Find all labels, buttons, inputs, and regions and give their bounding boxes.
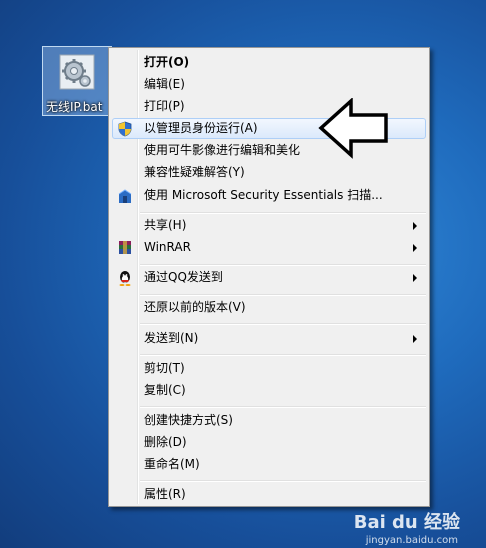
menu-item-label: 删除(D) [144, 435, 187, 449]
menu-item-label: 编辑(E) [144, 77, 185, 91]
mse-icon [118, 189, 132, 203]
menu-item-label: 创建快捷方式(S) [144, 413, 233, 427]
baidu-watermark-url: jingyan.baidu.com [365, 535, 458, 546]
baidu-watermark: Bai du 经验 [353, 512, 460, 533]
batch-file-gear-icon [59, 54, 95, 90]
uac-shield-icon [118, 121, 132, 137]
menu-item-label: 还原以前的版本(V) [144, 300, 246, 314]
menu-item-label: 兼容性疑难解答(Y) [144, 165, 245, 179]
menu-separator [140, 354, 426, 356]
menu-separator [140, 480, 426, 482]
menu-item-edit[interactable]: 编辑(E) [112, 74, 426, 95]
menu-item-label: 打印(P) [144, 99, 185, 113]
menu-separator [140, 406, 426, 408]
winrar-icon [119, 241, 131, 254]
qq-penguin-icon [119, 271, 131, 286]
menu-item-delete[interactable]: 删除(D) [112, 432, 426, 453]
menu-separator [140, 323, 426, 325]
menu-separator [140, 294, 426, 296]
submenu-arrow-icon [413, 274, 417, 282]
menu-item-mse-scan[interactable]: 使用 Microsoft Security Essentials 扫描... [112, 185, 426, 206]
menu-item-restore-previous[interactable]: 还原以前的版本(V) [112, 297, 426, 318]
menu-separator [140, 212, 426, 214]
menu-item-label: WinRAR [144, 240, 191, 254]
menu-item-label: 发送到(N) [144, 331, 199, 345]
menu-item-label: 复制(C) [144, 383, 186, 397]
submenu-arrow-icon [413, 335, 417, 343]
desktop-file-icon[interactable]: 无线IP.bat [42, 46, 112, 116]
menu-item-label: 通过QQ发送到 [144, 270, 223, 284]
menu-item-compatibility[interactable]: 兼容性疑难解答(Y) [112, 162, 426, 183]
menu-item-cut[interactable]: 剪切(T) [112, 358, 426, 379]
menu-item-label: 以管理员身份运行(A) [144, 121, 258, 135]
annotation-arrow-icon [318, 98, 388, 159]
menu-item-label: 使用 Microsoft Security Essentials 扫描... [144, 188, 383, 202]
submenu-arrow-icon [413, 244, 417, 252]
menu-item-label: 剪切(T) [144, 361, 185, 375]
menu-separator [140, 264, 426, 266]
menu-item-send-via-qq[interactable]: 通过QQ发送到 [112, 267, 426, 288]
menu-item-copy[interactable]: 复制(C) [112, 380, 426, 401]
menu-item-winrar[interactable]: WinRAR [112, 237, 426, 258]
menu-item-label: 重命名(M) [144, 457, 200, 471]
menu-item-open[interactable]: 打开(O) [112, 52, 426, 73]
menu-item-send-to[interactable]: 发送到(N) [112, 328, 426, 349]
menu-item-label: 使用可牛影像进行编辑和美化 [144, 143, 301, 157]
menu-item-label: 属性(R) [144, 487, 186, 501]
menu-item-share[interactable]: 共享(H) [112, 215, 426, 236]
submenu-arrow-icon [413, 222, 417, 230]
menu-item-label: 打开(O) [144, 55, 190, 69]
menu-item-properties[interactable]: 属性(R) [112, 484, 426, 505]
menu-item-create-shortcut[interactable]: 创建快捷方式(S) [112, 410, 426, 431]
menu-item-rename[interactable]: 重命名(M) [112, 454, 426, 475]
desktop-icon-label: 无线IP.bat [46, 100, 103, 114]
menu-item-label: 共享(H) [144, 218, 187, 232]
